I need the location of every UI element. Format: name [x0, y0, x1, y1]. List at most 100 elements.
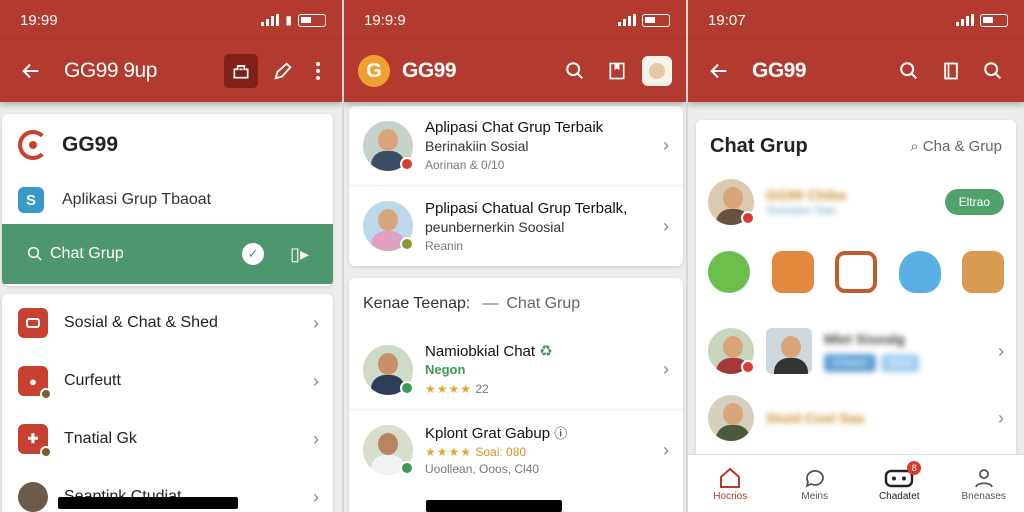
nav-profile[interactable]: Bnenases: [954, 465, 1014, 502]
battery-icon: [980, 13, 1008, 27]
menu-item-1[interactable]: Sosial & Chat & Shed ›: [2, 294, 333, 352]
chevron-right-icon: ›: [663, 135, 669, 155]
search-icon: [27, 246, 42, 261]
group-row[interactable]: Kplont Grat Gabup ⓘ ★★★★ Soai: 080 Uooll…: [349, 410, 683, 490]
chat-bubble-icon: [803, 465, 827, 491]
back-arrow-icon[interactable]: [702, 54, 736, 88]
bottom-nav: Hocrios Meins 8 Chadatet Bnenases: [688, 454, 1024, 512]
battery-icon: [642, 13, 670, 27]
bookmark-icon[interactable]: [600, 54, 634, 88]
bread-sticker-icon[interactable]: [962, 251, 1004, 293]
group-subtitle: Negon: [425, 362, 466, 377]
chat-name: GG99 Chiba: [766, 187, 847, 203]
signal-icon: [261, 14, 280, 26]
status-bar: 19:99 ▮: [0, 0, 342, 40]
info-icon: ⓘ: [554, 425, 568, 441]
section-title: Kenae Teenap:: [363, 295, 471, 312]
chat-group-search[interactable]: ⌕ Cha & Grup: [910, 138, 1002, 155]
chat-row[interactable]: Aplipasi Chat Grup Terbaik Berinakiin So…: [349, 106, 683, 186]
nav-label: Hocrios: [713, 491, 748, 502]
back-arrow-icon[interactable]: [14, 54, 48, 88]
chat-row[interactable]: Mlet Sisealg Orleam Shot ›: [696, 312, 1016, 390]
menu-item-label: Tnatial Gk: [64, 430, 137, 447]
nav-messages[interactable]: Meins: [785, 465, 845, 502]
battery-icon: [298, 13, 326, 27]
status-time: 19:99: [20, 11, 58, 29]
avatar: [766, 328, 812, 374]
search-icon[interactable]: [892, 54, 926, 88]
chat-row[interactable]: GG99 Chiba Sosiaiso Sao Eltrao: [696, 172, 1016, 232]
status-bar: 19:07: [688, 0, 1024, 40]
tag: Shot: [880, 353, 920, 372]
search-label: Chat Grup: [50, 245, 124, 262]
chevron-right-icon: ›: [313, 486, 319, 507]
badge-icon: [741, 360, 755, 374]
chat-name: Mlet Sisealg: [824, 330, 905, 347]
toolbar-title: GG99: [752, 59, 807, 82]
signal-icon: [956, 14, 974, 26]
chat-row[interactable]: Pplipasi Chatual Grup Terbalk, peunberne…: [349, 186, 683, 266]
split-view-icon[interactable]: ▯▸: [290, 244, 309, 265]
monster-sticker-icon[interactable]: [771, 251, 814, 293]
badge-icon: [741, 211, 755, 225]
chat-grup-search-bar[interactable]: Chat Grup ✓ ▯▸: [2, 224, 333, 284]
app-toolbar: GG99: [688, 40, 1024, 102]
wifi-icon: ▮: [285, 13, 292, 27]
menu-item-label: Curfeutt: [64, 372, 121, 389]
status-time: 19:9:9: [364, 11, 406, 29]
chat-row[interactable]: Stuid Cosl Saa ›: [696, 390, 1016, 446]
check-circle-icon[interactable]: ✓: [242, 243, 265, 265]
search-icon[interactable]: [558, 54, 592, 88]
skype-icon: S: [18, 187, 44, 213]
profile-avatar-icon[interactable]: [642, 56, 672, 86]
avatar: [18, 482, 48, 512]
chevron-right-icon: ›: [663, 359, 669, 379]
section-header: Kenae Teenap: — Chat Grup: [363, 295, 581, 312]
ghost-sticker-icon[interactable]: [898, 251, 941, 293]
cactus-sticker-icon[interactable]: [708, 251, 750, 293]
more-vert-icon[interactable]: [308, 54, 328, 88]
top-chat-card: Aplipasi Chat Grup Terbaik Berinakiin So…: [349, 106, 683, 266]
group-meta: Uoollean, Ooos, Cl40: [425, 461, 540, 476]
toolbar-title: GG99 9up: [64, 59, 157, 82]
group-meta: 22: [475, 382, 489, 396]
nav-games[interactable]: 8 Chadatet: [869, 461, 929, 502]
brand-card: GG99 S Aplikasi Grup Tbaoat Chat Grup ✓ …: [2, 114, 333, 286]
screen-2: 19:9:9 G GG99 Aplipasi Chat Grup Terbaik…: [342, 0, 686, 512]
menu-card: Sosial & Chat & Shed › ● Curfeutt › ✚ Tn…: [2, 294, 333, 512]
chat-meta: Aorinan & 0/10: [425, 158, 505, 172]
app-toolbar: G GG99: [344, 40, 686, 102]
rating-stars: ★★★★: [425, 444, 473, 459]
book-icon[interactable]: [934, 54, 968, 88]
chat-subtitle: peunbernerkin Soosial: [425, 218, 565, 235]
group-row[interactable]: Namiobkial Chat ♻ Negon ★★★★ 22 ›: [349, 330, 683, 410]
nav-label: Bnenases: [961, 491, 1006, 502]
group-title: Namiobkial Chat ♻: [425, 343, 553, 360]
edit-icon[interactable]: [266, 54, 300, 88]
chat-title: Pplipasi Chatual Grup Terbalk,: [425, 199, 628, 217]
notification-badge: 8: [907, 461, 922, 475]
toolbar-title: GG99: [402, 59, 457, 82]
chat-title: Aplipasi Chat Grup Terbaik: [425, 119, 604, 136]
chevron-right-icon: ›: [663, 215, 669, 236]
chevron-right-icon: ›: [663, 439, 669, 460]
chevron-right-icon: ›: [313, 428, 319, 449]
menu-item-3[interactable]: ✚ Tnatial Gk ›: [2, 410, 333, 468]
status-bar: 19:9:9: [344, 0, 686, 40]
app-row[interactable]: S Aplikasi Grup Tbaoat: [2, 176, 333, 224]
recycle-icon: ♻: [539, 343, 553, 360]
chat-group-title: Chat Grup: [710, 134, 808, 157]
search-icon[interactable]: [976, 54, 1010, 88]
section-subtitle: Chat Grup: [506, 295, 581, 312]
chevron-right-icon: ›: [998, 407, 1004, 428]
picture-sticker-icon[interactable]: [835, 251, 877, 293]
chat-name: Stuid Cosl Saa: [766, 410, 865, 426]
nav-home[interactable]: Hocrios: [700, 465, 760, 502]
chevron-right-icon: ›: [998, 340, 1004, 361]
badge-icon: [400, 461, 414, 475]
status-pill[interactable]: Eltrao: [944, 189, 1004, 215]
group-add-icon[interactable]: [224, 54, 258, 88]
tag: Orleam: [824, 353, 877, 372]
menu-item-2[interactable]: ● Curfeutt ›: [2, 352, 333, 410]
gg99-logo-icon: [18, 130, 48, 160]
